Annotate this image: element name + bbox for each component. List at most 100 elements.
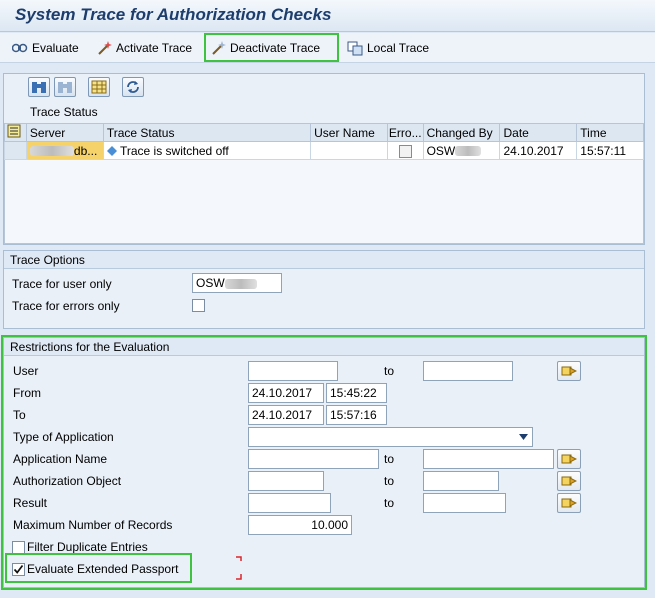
authorization-object-label: Authorization Object xyxy=(13,474,122,488)
table-layout-icon xyxy=(91,80,107,94)
trace-errors-only-label: Trace for errors only xyxy=(12,299,120,313)
trace-user-only-label: Trace for user only xyxy=(12,277,112,291)
column-header-error[interactable]: Erro... xyxy=(386,123,424,142)
authorization-object-to-label: to xyxy=(384,474,395,488)
application-name-label: Application Name xyxy=(13,452,108,466)
table-header-row: Server Trace Status User Name Erro... Ch… xyxy=(4,123,644,142)
column-header-server[interactable]: Server xyxy=(25,123,104,142)
user-label: User xyxy=(13,364,39,378)
wand-off-icon xyxy=(212,40,226,55)
layout-button[interactable] xyxy=(88,77,110,97)
user-multiple-selection-button[interactable] xyxy=(557,361,581,381)
chevron-down-icon xyxy=(519,434,528,440)
to-label: To xyxy=(13,408,26,422)
application-toolbar: Evaluate Activate Trace Deactivate Trace… xyxy=(0,33,655,63)
column-header-trace-status[interactable]: Trace Status xyxy=(102,123,312,142)
trace-errors-only-checkbox[interactable] xyxy=(192,299,205,312)
checkmark-icon xyxy=(13,564,24,574)
page-title: System Trace for Authorization Checks xyxy=(15,5,332,24)
max-records-label: Maximum Number of Records xyxy=(13,518,173,532)
cell-user-name xyxy=(310,141,388,160)
type-of-application-select[interactable] xyxy=(248,427,533,447)
evaluate-passport-checkbox[interactable] xyxy=(12,563,25,576)
error-checkbox[interactable] xyxy=(398,144,412,158)
application-name-to-input[interactable] xyxy=(423,449,554,469)
trace-user-value: OSW xyxy=(196,276,225,290)
local-trace-icon xyxy=(347,41,363,56)
trace-status-panel: Trace Status Server Trace Status User Na… xyxy=(3,73,645,245)
refresh-button[interactable] xyxy=(122,77,144,97)
application-name-to-label: to xyxy=(384,452,395,466)
local-trace-label: Local Trace xyxy=(367,41,430,55)
trace-options-header: Trace Options xyxy=(4,251,644,269)
evaluate-button[interactable]: Evaluate xyxy=(8,37,83,59)
local-trace-button[interactable]: Local Trace xyxy=(343,37,433,59)
activate-trace-label: Activate Trace xyxy=(116,41,193,55)
select-all-icon xyxy=(7,124,21,138)
column-header-date[interactable]: Date xyxy=(499,123,578,142)
restrictions-panel: Restrictions for the Evaluation User to … xyxy=(1,335,647,590)
changed-by-text: OSW xyxy=(426,143,456,158)
application-name-from-input[interactable] xyxy=(248,449,379,469)
authorization-object-to-input[interactable] xyxy=(423,471,499,491)
cell-error[interactable] xyxy=(386,141,424,160)
server-suffix: db... xyxy=(73,143,98,158)
focus-corner-marks xyxy=(236,556,242,580)
trace-status-text: Trace is switched off xyxy=(119,143,229,158)
result-to-input[interactable] xyxy=(423,493,506,513)
user-to-label: to xyxy=(384,364,395,378)
multiple-selection-icon xyxy=(561,366,577,376)
result-from-input[interactable] xyxy=(248,493,331,513)
cell-date: 24.10.2017 xyxy=(499,141,578,160)
refresh-icon xyxy=(127,81,139,93)
cell-time: 15:57:11 xyxy=(576,141,644,160)
to-time-input[interactable]: 15:57:16 xyxy=(326,405,387,425)
restrictions-header: Restrictions for the Evaluation xyxy=(4,338,644,356)
title-bar: System Trace for Authorization Checks xyxy=(0,0,655,32)
user-from-input[interactable] xyxy=(248,361,338,381)
evaluate-passport-label: Evaluate Extended Passport xyxy=(27,562,179,576)
authorization-object-from-input[interactable] xyxy=(248,471,324,491)
evaluate-label: Evaluate xyxy=(32,41,79,55)
activate-trace-button[interactable]: Activate Trace xyxy=(92,37,196,59)
multiple-selection-icon xyxy=(561,454,577,464)
table-row[interactable]: db... Trace is switched off OSW 24.10.20… xyxy=(4,141,644,160)
application-name-multiple-selection-button[interactable] xyxy=(557,449,581,469)
find-next-button[interactable] xyxy=(54,77,76,97)
column-header-user-name[interactable]: User Name xyxy=(310,123,388,142)
from-label: From xyxy=(13,386,41,400)
result-multiple-selection-button[interactable] xyxy=(557,493,581,513)
result-label: Result xyxy=(13,496,48,510)
multiple-selection-icon xyxy=(561,476,577,486)
binoculars-button[interactable] xyxy=(28,77,50,97)
trace-status-header: Trace Status xyxy=(30,105,98,119)
to-date-input[interactable]: 24.10.2017 xyxy=(248,405,324,425)
cell-trace-status: Trace is switched off xyxy=(102,141,312,160)
max-records-input[interactable]: 10.000 xyxy=(248,515,352,535)
row-selector[interactable] xyxy=(4,141,27,160)
multiple-selection-icon xyxy=(561,498,577,508)
magic-wand-icon xyxy=(98,41,112,55)
binoculars-icon xyxy=(32,82,46,93)
type-of-application-label: Type of Application xyxy=(13,430,114,444)
deactivate-trace-button[interactable]: Deactivate Trace xyxy=(204,33,339,62)
result-to-label: to xyxy=(384,496,395,510)
from-date-input[interactable]: 24.10.2017 xyxy=(248,383,324,403)
binoculars-plus-icon xyxy=(58,82,72,93)
trace-options-panel: Trace Options Trace for user only OSW Tr… xyxy=(3,250,645,329)
user-to-input[interactable] xyxy=(423,361,513,381)
diamond-icon xyxy=(106,146,117,157)
select-all-column[interactable] xyxy=(4,123,27,142)
from-time-input[interactable]: 15:45:22 xyxy=(326,383,387,403)
authorization-object-multiple-selection-button[interactable] xyxy=(557,471,581,491)
cell-server[interactable]: db... xyxy=(25,141,104,160)
column-header-changed-by[interactable]: Changed By xyxy=(422,123,501,142)
evaluate-icon xyxy=(12,43,28,53)
trace-user-input[interactable]: OSW xyxy=(192,273,282,293)
filter-duplicate-label: Filter Duplicate Entries xyxy=(27,540,148,554)
cell-changed-by: OSW xyxy=(422,141,501,160)
column-header-time[interactable]: Time xyxy=(576,123,644,142)
deactivate-trace-label: Deactivate Trace xyxy=(230,40,321,55)
trace-status-table: Server Trace Status User Name Erro... Ch… xyxy=(4,123,644,160)
filter-duplicate-checkbox[interactable] xyxy=(12,541,25,554)
